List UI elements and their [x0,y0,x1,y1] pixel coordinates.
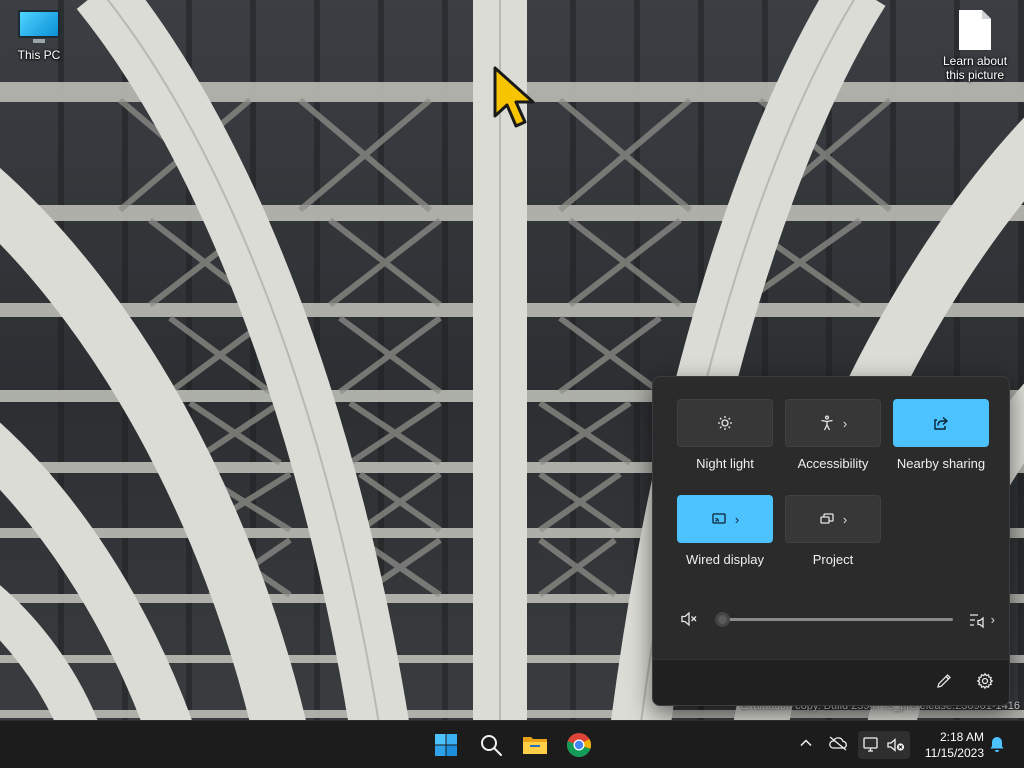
share-icon [934,416,949,430]
tile-label: Nearby sharing [896,456,986,471]
notifications-button[interactable] [988,735,1006,753]
tile-nearby-sharing: Nearby sharing [893,399,989,471]
clock-date: 11/15/2023 [924,746,984,760]
file-explorer-icon [523,737,547,754]
chevron-right-icon: › [734,511,740,527]
project-button[interactable]: › [785,495,881,543]
start-icon [435,734,457,756]
network-icon [863,737,878,752]
bell-icon [990,737,1004,752]
monitor-icon [18,10,60,44]
tile-label: Night light [696,456,754,471]
volume-slider-thumb[interactable] [715,612,730,627]
desktop-icon-label: This PC [17,48,61,62]
pencil-icon[interactable] [935,672,953,690]
gear-icon[interactable] [976,672,994,690]
volume-slider[interactable] [721,618,953,621]
brightness-icon [718,416,732,430]
tile-accessibility: › Accessibility [785,399,881,471]
file-explorer-button[interactable] [519,729,551,761]
taskbar: 2:18 AM 11/15/2023 [0,720,1024,768]
tile-label: Accessibility [797,456,869,471]
chevron-right-icon: › [990,611,995,627]
tile-project: › Project [785,495,881,567]
tile-label: Project [812,552,854,567]
wired-display-button[interactable]: › [677,495,773,543]
volume-muted-icon[interactable] [679,609,699,629]
quick-settings-footer [653,659,1009,705]
onedrive-button[interactable] [828,735,848,751]
chevron-right-icon: › [842,415,848,431]
chevron-up-icon [800,739,812,747]
chrome-icon [567,733,591,757]
document-icon [959,10,991,50]
tile-wired-display: › Wired display [677,495,773,567]
desktop-icon-label: Learn about this picture [942,54,1008,82]
show-hidden-icons-button[interactable] [798,735,814,751]
volume-muted-icon [887,738,905,752]
clock-button[interactable]: 2:18 AM 11/15/2023 [914,729,984,761]
volume-row: › [677,609,995,629]
desktop-icon-learn-about-picture[interactable]: Learn about this picture [935,10,1015,82]
chevron-right-icon: › [842,511,848,527]
mouse-cursor-icon [493,66,535,128]
chrome-button[interactable] [563,729,595,761]
tile-label: Wired display [685,552,765,567]
clock-time: 2:18 AM [939,730,984,744]
tile-night-light: Night light [677,399,773,471]
quick-settings-panel: Night light › Accessibility Nearby shari… [652,376,1010,706]
cast-icon [712,513,726,524]
nearby-sharing-toggle[interactable] [893,399,989,447]
search-button[interactable] [475,729,507,761]
project-icon [820,513,834,524]
desktop-icon-this-pc[interactable]: This PC [0,10,79,62]
sound-output-icon [969,614,984,629]
accessibility-icon [821,415,833,431]
network-volume-button[interactable] [858,731,910,759]
night-light-toggle[interactable] [677,399,773,447]
accessibility-button[interactable]: › [785,399,881,447]
start-button[interactable] [430,729,462,761]
cloud-off-icon [829,736,847,751]
search-icon [481,735,502,756]
volume-mixer-button[interactable]: › [968,609,995,629]
